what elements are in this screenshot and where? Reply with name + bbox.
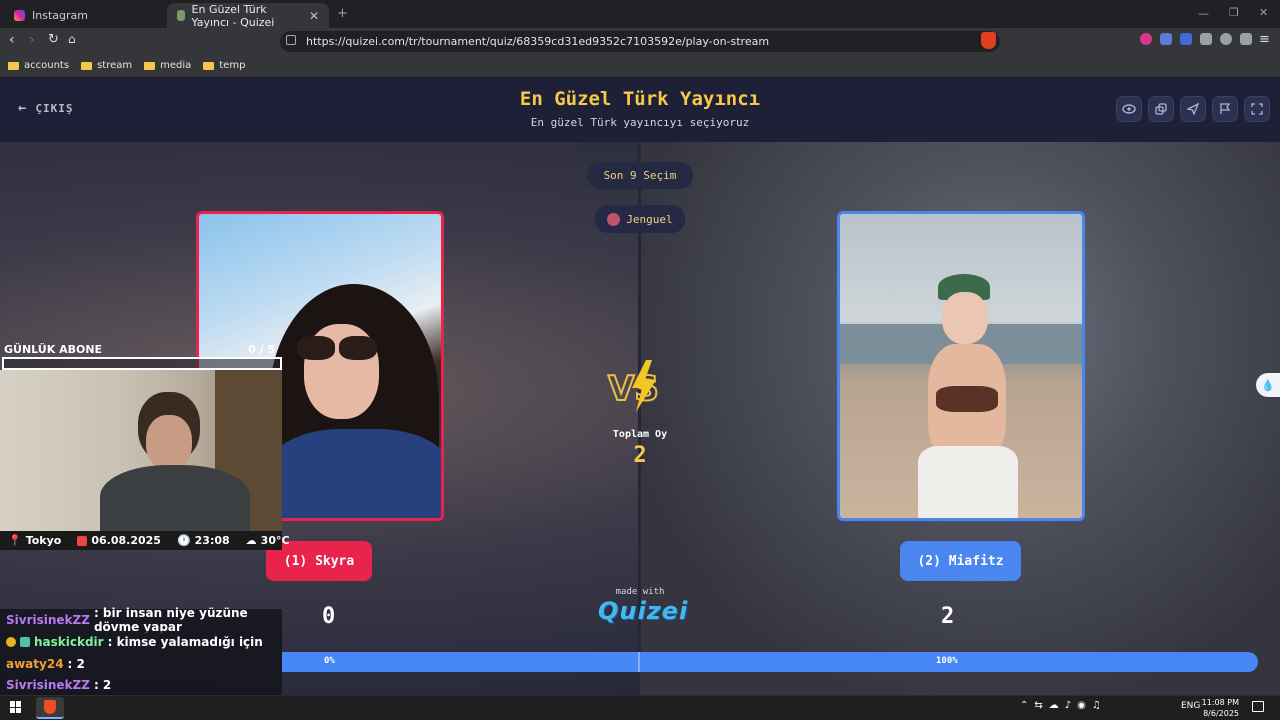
creator-name: Jenguel [626, 212, 673, 226]
taskbar-clock[interactable]: 11:08 PM 8/6/2025 [1202, 697, 1239, 719]
home-icon[interactable]: ⌂ [68, 32, 76, 46]
folder-icon [81, 61, 93, 70]
bookmark-media[interactable]: media [144, 60, 191, 71]
bookmark-temp[interactable]: temp [203, 60, 245, 71]
windows-start-icon[interactable] [10, 701, 22, 713]
pin-icon: 📍 [8, 534, 22, 547]
round-label: Son 9 Seçim [603, 169, 677, 182]
fullscreen-button[interactable] [1244, 96, 1270, 122]
calendar-icon [77, 535, 88, 546]
folder-icon [144, 61, 156, 70]
left-percent: 0% [324, 656, 335, 666]
quizei-logo[interactable]: Quizei [598, 597, 687, 625]
total-votes-label: Toplam Oy [612, 429, 668, 440]
reload-icon[interactable]: ↻ [48, 32, 59, 47]
daily-sub-label: GÜNLÜK ABONE [4, 343, 103, 356]
address-bar[interactable]: https://quizei.com/tr/tournament/quiz/68… [280, 31, 1000, 52]
brave-taskbar-item[interactable] [36, 697, 64, 719]
folder-icon [8, 61, 19, 70]
report-button[interactable] [1212, 96, 1238, 122]
progress-midline [638, 652, 640, 672]
close-window-icon[interactable]: ✕ [1259, 6, 1268, 19]
site-info-icon[interactable] [286, 35, 296, 45]
minimize-icon[interactable]: — [1198, 7, 1209, 20]
close-tab-icon[interactable]: ✕ [309, 9, 319, 23]
tab-quizei[interactable]: En Güzel Türk Yayıncı - Quizei ✕ [167, 2, 329, 29]
puzzle-icon[interactable] [1200, 33, 1212, 45]
bookmarks-bar: accounts stream media temp [0, 55, 1280, 77]
left-score: 0 [322, 604, 336, 629]
wrap-shape [918, 446, 1018, 518]
page-title: En Güzel Türk Yayıncı [519, 88, 761, 110]
chat-message: haskickdir: kimse yalamadığı için [0, 631, 282, 653]
stream-info-bar: 📍 Tokyo 06.08.2025 🕐 23:08 ☁ 30°C [0, 531, 290, 550]
menu-icon[interactable]: ≡ [1259, 32, 1270, 47]
lightning-icon: VS [607, 360, 660, 412]
quizei-favicon-icon [177, 10, 185, 21]
copy-button[interactable] [1148, 96, 1174, 122]
webcam-feed [0, 370, 282, 531]
new-tab-button[interactable]: + [337, 6, 348, 21]
tab-label: Instagram [32, 9, 88, 22]
vote-right-button[interactable]: (2) Miafitz [900, 541, 1021, 581]
notification-icon[interactable] [1252, 701, 1264, 712]
back-icon[interactable]: ‹ [9, 32, 15, 48]
chat-message: SivrisinekZZ: 2 [0, 675, 282, 695]
copy-icon [1155, 103, 1167, 115]
daily-sub-count: 0 / 5 [248, 343, 275, 356]
made-with-label: made with [615, 587, 665, 597]
cloud-icon: ☁ [245, 534, 257, 547]
swimsuit-shape [936, 386, 998, 412]
share-button[interactable] [1180, 96, 1206, 122]
bookmark-stream[interactable]: stream [81, 60, 132, 71]
eye-icon [1122, 104, 1136, 114]
vote-progress-bar [282, 652, 1258, 672]
tab-label: En Güzel Türk Yayıncı - Quizei [191, 2, 275, 29]
vs-text: VS [608, 369, 659, 409]
send-icon [1187, 103, 1199, 115]
chat-message: awaty24: 2 [0, 653, 282, 675]
round-pill: Son 9 Seçim [587, 162, 693, 189]
sunglasses-shape [339, 336, 377, 360]
system-tray-icons[interactable]: ⌃⇆☁♪◉♫ [1020, 700, 1107, 711]
forward-icon[interactable]: › [29, 32, 35, 48]
bookmark-accounts[interactable]: accounts [8, 60, 69, 71]
face-shape [146, 415, 192, 470]
badge-icon [20, 637, 30, 647]
music-icon[interactable] [1220, 33, 1232, 45]
sunglasses-shape [297, 336, 335, 360]
language-indicator[interactable]: ENG [1181, 701, 1200, 711]
extension-icon[interactable] [1160, 33, 1172, 45]
face-shape [942, 292, 988, 344]
restore-icon[interactable]: ❐ [1229, 6, 1239, 19]
badge-icon [6, 637, 16, 647]
folder-icon [203, 61, 215, 70]
brave-icon [44, 700, 56, 714]
url-text: https://quizei.com/tr/tournament/quiz/68… [306, 35, 770, 48]
chat-message: SivrisinekZZ: bir insan niye yüzüne dövm… [0, 606, 282, 634]
extension-icon[interactable] [1140, 33, 1152, 45]
fullscreen-icon [1251, 103, 1263, 115]
shirt-shape [100, 465, 250, 531]
extension-icon[interactable] [1180, 33, 1192, 45]
brave-shield-icon[interactable] [981, 32, 996, 49]
avatar [607, 212, 621, 226]
contestant-image-right[interactable] [837, 211, 1085, 521]
page-subtitle: En güzel Türk yayıncıyı seçiyoruz [530, 116, 750, 129]
tab-instagram[interactable]: Instagram [4, 3, 164, 28]
daily-sub-progress [2, 357, 282, 370]
eye-button[interactable] [1116, 96, 1142, 122]
jacket-shape [269, 429, 441, 518]
flag-icon [1220, 103, 1231, 114]
extension-icon[interactable] [1240, 33, 1252, 45]
vs-badge: VS [606, 358, 674, 414]
total-votes-value: 2 [633, 443, 647, 468]
creator-pill[interactable]: Jenguel [595, 205, 685, 233]
droplet-icon[interactable]: 💧 [1256, 373, 1280, 397]
instagram-icon [14, 10, 25, 21]
clock-icon: 🕐 [176, 534, 191, 547]
right-percent: 100% [936, 656, 958, 666]
right-score: 2 [941, 604, 955, 629]
